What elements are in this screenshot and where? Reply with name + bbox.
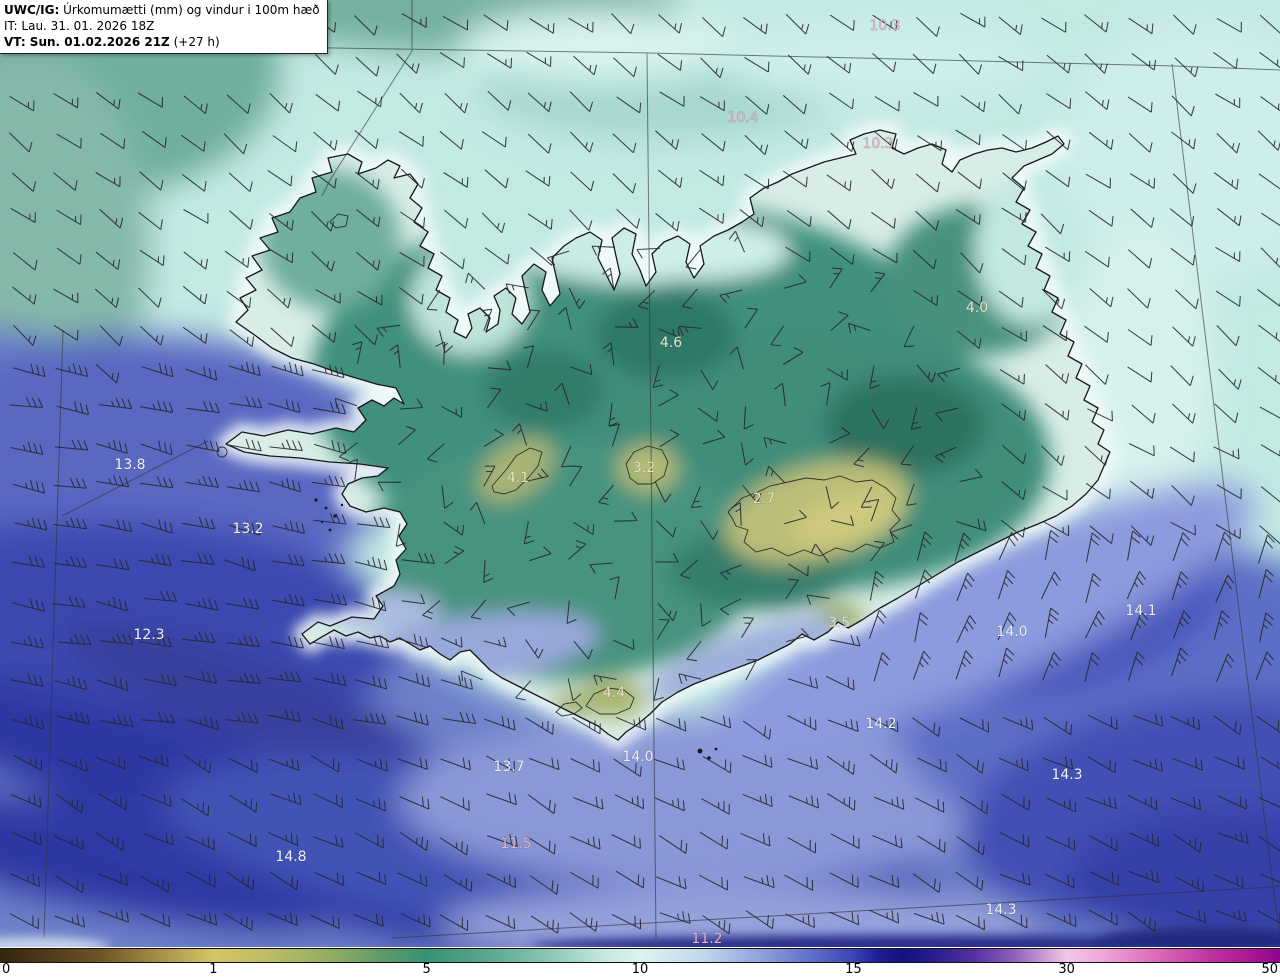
map-value-label: 13.7 — [493, 759, 524, 775]
title-line-product: UWC/IG: Úrkomumætti (mm) og vindur i 100… — [4, 3, 320, 17]
map-value-label: 10.4 — [727, 110, 758, 126]
colorbar-tick-label: 50 — [1261, 962, 1278, 977]
map-value-label: 14.0 — [622, 749, 653, 765]
colorbar-tick-label: 0 — [2, 962, 11, 977]
map-value-label: 4.1 — [507, 470, 529, 486]
map-value-label: 4.4 — [603, 685, 625, 701]
colorbar-tick-label: 15 — [845, 962, 862, 977]
map-value-label: 14.0 — [996, 624, 1027, 640]
precipitation-colorbar: 0 1 5 10 15 30 50 — [0, 947, 1280, 978]
map-value-label: 11.5 — [500, 836, 531, 852]
map-value-label: 4.6 — [660, 335, 682, 351]
title-box: UWC/IG: Úrkomumætti (mm) og vindur i 100… — [0, 0, 328, 54]
colorbar-tick-label: 1 — [209, 962, 218, 977]
map-value-label: 14.2 — [865, 716, 896, 732]
map-value-label: 2.7 — [753, 491, 775, 507]
colorbar-tick-label: 30 — [1058, 962, 1075, 977]
colorbar-tick-label: 5 — [422, 962, 431, 977]
map-value-label: 14.1 — [1125, 603, 1156, 619]
map-value-label: 13.2 — [232, 521, 263, 537]
map-canvas: 10.3 10.4 10.3 4.0 4.6 13.8 4.1 3.2 2.7 13.2 14.1 3… — [0, 0, 1280, 947]
map-value-label: 10.3 — [862, 136, 893, 152]
map-value-label: 4.0 — [966, 300, 988, 316]
colorbar-tick-label: 10 — [631, 962, 649, 977]
title-line-init-time: IT: Lau. 31. 01. 2026 18Z — [4, 19, 155, 33]
map-value-label: 14.8 — [275, 849, 306, 865]
map-value-label: 3.5 — [828, 615, 850, 631]
title-line-valid-time: VT: Sun. 01.02.2026 21Z (+27 h) — [4, 35, 220, 49]
map-value-label: 13.8 — [114, 457, 145, 473]
map-value-label: 14.3 — [985, 902, 1016, 918]
weather-map-screenshot: 10.3 10.4 10.3 4.0 4.6 13.8 4.1 3.2 2.7 13.2 14.1 3… — [0, 0, 1280, 978]
map-value-label: 3.2 — [633, 460, 655, 476]
map-value-label: 14.3 — [1051, 767, 1082, 783]
map-value-label: 12.3 — [133, 627, 164, 643]
precipitation-wind-map: 10.3 10.4 10.3 4.0 4.6 13.8 4.1 3.2 2.7 13.2 14.1 3… — [0, 0, 1280, 947]
colorbar-gradient — [0, 948, 1280, 963]
colorbar-tick-labels: 0 1 5 10 15 30 50 — [0, 962, 1280, 978]
map-value-label: 11.2 — [691, 931, 722, 947]
map-value-label: 10.3 — [869, 18, 900, 34]
